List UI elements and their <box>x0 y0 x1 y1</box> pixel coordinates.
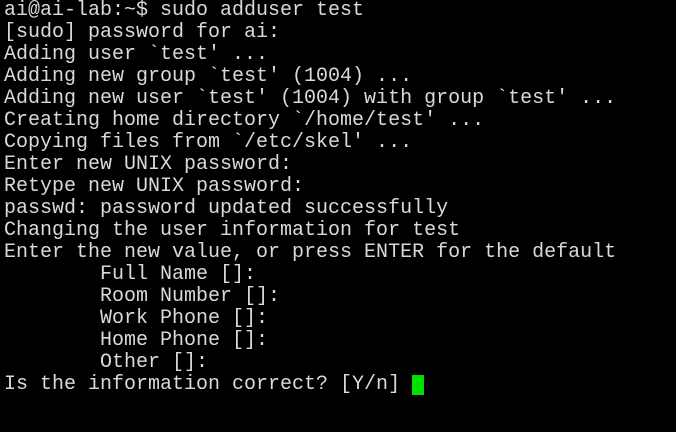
field-work-phone: Work Phone []: <box>100 308 269 330</box>
output-line: passwd: password updated successfully <box>4 198 449 220</box>
field-other: Other []: <box>100 352 209 374</box>
field-full-name: Full Name []: <box>100 264 257 286</box>
output-line: Retype new UNIX password: <box>4 176 305 198</box>
field-home-phone: Home Phone []: <box>100 330 269 352</box>
confirm-prompt-line[interactable]: Is the information correct? [Y/n] <box>4 374 676 396</box>
terminal-window[interactable]: ai@ai-lab:~$ sudo adduser test [sudo] pa… <box>0 0 676 432</box>
output-line: Adding new group `test' (1004) ... <box>4 66 413 88</box>
command-line: ai@ai-lab:~$ sudo adduser test <box>4 0 365 22</box>
output-line: Creating home directory `/home/test' ... <box>4 110 485 132</box>
sudo-password-prompt: [sudo] password for ai: <box>4 22 281 44</box>
output-line: Enter new UNIX password: <box>4 154 293 176</box>
output-line: Adding user `test' ... <box>4 44 269 66</box>
confirm-prompt: Is the information correct? [Y/n] <box>4 374 401 396</box>
terminal-output: ai@ai-lab:~$ sudo adduser test [sudo] pa… <box>4 0 676 396</box>
output-line: Adding new user `test' (1004) with group… <box>4 88 617 110</box>
output-line: Changing the user information for test <box>4 220 461 242</box>
field-room-number: Room Number []: <box>100 286 281 308</box>
terminal-cursor[interactable] <box>412 375 425 395</box>
output-line: Enter the new value, or press ENTER for … <box>4 242 617 264</box>
output-line: Copying files from `/etc/skel' ... <box>4 132 413 154</box>
